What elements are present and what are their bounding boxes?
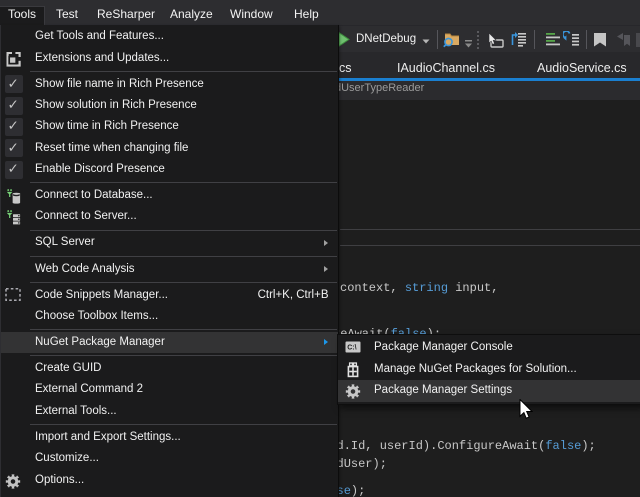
svg-text:C:\: C:\ [347, 344, 356, 351]
